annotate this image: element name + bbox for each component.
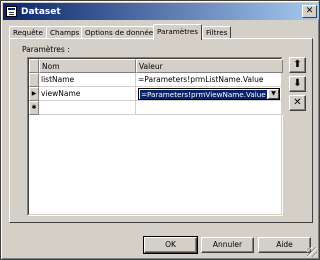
close-button[interactable]: ✕ [302, 5, 317, 18]
dataset-icon [6, 6, 17, 17]
table-row[interactable]: listName =Parameters!prmListName.Value [29, 73, 283, 87]
param-name-cell[interactable]: viewName [39, 87, 136, 101]
chevron-down-icon[interactable]: ▼ [268, 89, 279, 99]
new-row[interactable]: ✱ [29, 101, 283, 115]
new-value-cell[interactable] [136, 101, 283, 115]
tab-parametres[interactable]: Paramètres [153, 24, 202, 40]
title-bar[interactable]: Dataset ✕ [3, 3, 319, 20]
column-header-name[interactable]: Nom [39, 59, 136, 73]
grid-body: Nom Valeur listName =Parameters!prmListN… [28, 58, 283, 215]
dataset-dialog: Dataset ✕ Requête Champs Options de donn… [0, 0, 320, 260]
value-combobox-text[interactable]: =Parameters!prmViewName.Value [140, 90, 267, 99]
new-row-marker[interactable]: ✱ [29, 101, 39, 115]
row-selector[interactable] [29, 73, 39, 87]
parameters-grid[interactable]: Nom Valeur listName =Parameters!prmListN… [27, 57, 283, 216]
delete-button[interactable]: ✕ [289, 95, 306, 111]
ok-button[interactable]: OK [143, 236, 198, 254]
current-row-indicator[interactable]: ▶ [29, 87, 39, 101]
column-header-value[interactable]: Valeur [136, 59, 283, 73]
parameters-label: Paramètres : [22, 45, 70, 54]
cancel-button[interactable]: Annuler [201, 237, 254, 253]
window-title: Dataset [21, 6, 61, 17]
header-corner [29, 59, 39, 73]
param-value-cell[interactable]: =Parameters!prmListName.Value [136, 73, 283, 87]
param-name-cell[interactable]: listName [39, 73, 136, 87]
resize-grip[interactable] [307, 247, 317, 257]
help-button[interactable]: Aide [258, 237, 311, 253]
grid-header-row: Nom Valeur [29, 59, 283, 73]
value-combobox[interactable]: =Parameters!prmViewName.Value ▼ [138, 88, 280, 100]
new-name-cell[interactable] [39, 101, 136, 115]
move-down-button[interactable]: ⬇ [289, 76, 306, 92]
table-row[interactable]: ▶ viewName =Parameters!prmViewName.Value… [29, 87, 283, 101]
move-up-button[interactable]: ⬆ [289, 57, 306, 73]
